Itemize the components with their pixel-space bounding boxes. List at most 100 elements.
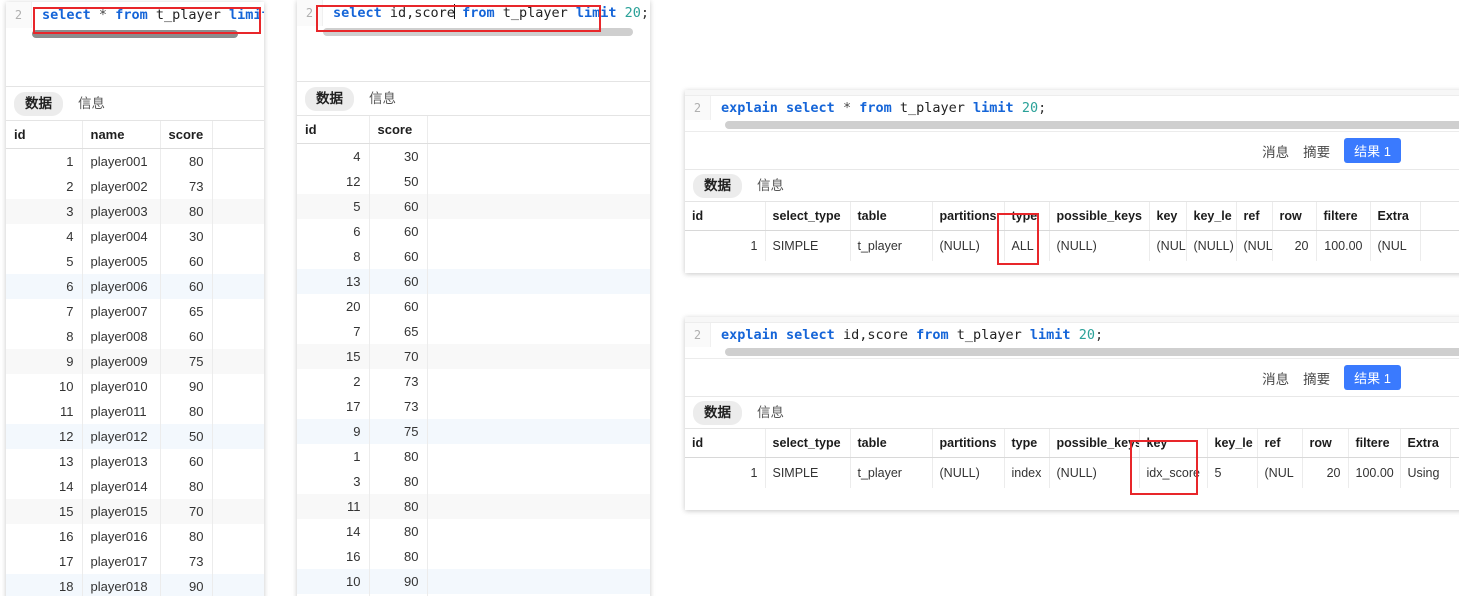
tab-info[interactable]: 信息: [746, 174, 795, 198]
table-row[interactable]: 10 player010 90: [6, 374, 264, 399]
table-row[interactable]: 20 60: [297, 294, 650, 319]
column-header-type[interactable]: type: [1004, 429, 1050, 458]
table-row[interactable]: 3 player003 80: [6, 199, 264, 224]
column-header-score[interactable]: score: [160, 121, 213, 149]
result-tabs-4: 消息 摘要 结果 1: [685, 359, 1459, 397]
rtab-messages[interactable]: 消息: [1262, 141, 1289, 161]
rtab-summary[interactable]: 摘要: [1303, 368, 1330, 388]
table-row[interactable]: 18 player018 90: [6, 574, 264, 596]
cell-empty: [427, 294, 650, 319]
sql-editor-2[interactable]: 2 select id,score from t_player limit 20…: [297, 0, 650, 38]
table-row[interactable]: 12 50: [297, 169, 650, 194]
table-row[interactable]: 7 player007 65: [6, 299, 264, 324]
table-row[interactable]: 9 player009 75: [6, 349, 264, 374]
table-row[interactable]: 5 60: [297, 194, 650, 219]
table-row[interactable]: 1 player001 80: [6, 148, 264, 174]
column-header-select_type[interactable]: select_type: [765, 202, 851, 231]
column-header-key_le[interactable]: key_le: [1186, 202, 1237, 231]
table-row[interactable]: 16 player016 80: [6, 524, 264, 549]
column-header-table[interactable]: table: [850, 202, 933, 231]
column-header-id[interactable]: id: [685, 202, 766, 231]
sql-code-text[interactable]: explain select id,score from t_player li…: [711, 323, 1459, 347]
table-row[interactable]: 11 80: [297, 494, 650, 519]
sql-code-text[interactable]: select id,score from t_player limit 20;: [323, 0, 650, 26]
column-header-possible_keys[interactable]: possible_keys: [1049, 202, 1150, 231]
column-header-partitions[interactable]: partitions: [932, 429, 1005, 458]
sql-editor-4[interactable]: 2 explain select id,score from t_player …: [685, 323, 1459, 359]
column-header-type[interactable]: type: [1004, 202, 1050, 231]
tab-info[interactable]: 信息: [358, 87, 407, 111]
table-row[interactable]: 17 player017 73: [6, 549, 264, 574]
table-row[interactable]: 17 73: [297, 394, 650, 419]
column-header-id[interactable]: id: [685, 429, 766, 458]
editor-hscrollbar-thumb[interactable]: [725, 121, 1459, 129]
column-header-extra[interactable]: Extra: [1370, 202, 1421, 231]
table-row[interactable]: 8 60: [297, 244, 650, 269]
sql-code-text[interactable]: explain select * from t_player limit 20;: [711, 96, 1459, 120]
tab-data[interactable]: 数据: [693, 400, 742, 425]
editor-hscrollbar-thumb[interactable]: [32, 30, 238, 38]
rtab-summary[interactable]: 摘要: [1303, 141, 1330, 161]
tab-data[interactable]: 数据: [305, 86, 354, 111]
table-row[interactable]: 16 80: [297, 544, 650, 569]
tab-data[interactable]: 数据: [14, 91, 63, 116]
column-header-id[interactable]: id: [297, 116, 370, 144]
table-row[interactable]: 11 player011 80: [6, 399, 264, 424]
table-row[interactable]: 2 73: [297, 369, 650, 394]
tab-info[interactable]: 信息: [67, 92, 116, 116]
table-row[interactable]: 9 75: [297, 419, 650, 444]
table-row[interactable]: 13 60: [297, 269, 650, 294]
tab-info[interactable]: 信息: [746, 401, 795, 425]
editor-hscrollbar-thumb[interactable]: [725, 348, 1459, 356]
editor-hscrollbar-track[interactable]: [297, 26, 650, 38]
table-row[interactable]: 5 player005 60: [6, 249, 264, 274]
cell-1: player011: [82, 399, 161, 424]
table-row[interactable]: 4 30: [297, 143, 650, 169]
column-header-score[interactable]: score: [369, 116, 428, 144]
column-header-key_le[interactable]: key_le: [1207, 429, 1258, 458]
editor-hscrollbar-track[interactable]: [685, 120, 1459, 130]
table-row[interactable]: 6 60: [297, 219, 650, 244]
table-row[interactable]: 12 player012 50: [6, 424, 264, 449]
table-row[interactable]: 2 player002 73: [6, 174, 264, 199]
column-header-row[interactable]: row: [1302, 429, 1349, 458]
rtab-result-1[interactable]: 结果 1: [1344, 138, 1401, 163]
table-row[interactable]: 13 player013 60: [6, 449, 264, 474]
table-row[interactable]: 4 player004 30: [6, 224, 264, 249]
column-header-name[interactable]: name: [82, 121, 161, 149]
column-header-key[interactable]: key: [1149, 202, 1187, 231]
rtab-result-1[interactable]: 结果 1: [1344, 365, 1401, 390]
table-row[interactable]: 1 80: [297, 444, 650, 469]
editor-hscrollbar-thumb[interactable]: [323, 28, 633, 36]
column-header-filtere[interactable]: filtere: [1348, 429, 1401, 458]
table-row[interactable]: 3 80: [297, 469, 650, 494]
column-header-table[interactable]: table: [850, 429, 933, 458]
sql-editor-3[interactable]: 2 explain select * from t_player limit 2…: [685, 96, 1459, 132]
table-row[interactable]: 10 90: [297, 569, 650, 594]
table-row[interactable]: 6 player006 60: [6, 274, 264, 299]
table-row[interactable]: 14 player014 80: [6, 474, 264, 499]
editor-empty-area[interactable]: [297, 38, 650, 82]
table-row[interactable]: 7 65: [297, 319, 650, 344]
table-row[interactable]: 15 player015 70: [6, 499, 264, 524]
editor-hscrollbar-track[interactable]: [6, 28, 264, 40]
column-header-extra[interactable]: Extra: [1400, 429, 1451, 458]
column-header-row[interactable]: row: [1272, 202, 1317, 231]
table-row[interactable]: 15 70: [297, 344, 650, 369]
column-header-select_type[interactable]: select_type: [765, 429, 851, 458]
tab-data[interactable]: 数据: [693, 173, 742, 198]
editor-hscrollbar-track[interactable]: [685, 347, 1459, 357]
column-header-partitions[interactable]: partitions: [932, 202, 1005, 231]
column-header-ref[interactable]: ref: [1257, 429, 1303, 458]
column-header-ref[interactable]: ref: [1236, 202, 1273, 231]
table-row[interactable]: 14 80: [297, 519, 650, 544]
sql-editor-1[interactable]: 2 select * from t_player limit 20;: [6, 2, 264, 40]
column-header-id[interactable]: id: [6, 121, 83, 149]
column-header-key[interactable]: key: [1139, 429, 1208, 458]
table-row[interactable]: 8 player008 60: [6, 324, 264, 349]
rtab-messages[interactable]: 消息: [1262, 368, 1289, 388]
column-header-possible_keys[interactable]: possible_keys: [1049, 429, 1140, 458]
sql-code-text[interactable]: select * from t_player limit 20;: [32, 2, 264, 28]
editor-empty-area[interactable]: [6, 40, 264, 87]
column-header-filtere[interactable]: filtere: [1316, 202, 1371, 231]
